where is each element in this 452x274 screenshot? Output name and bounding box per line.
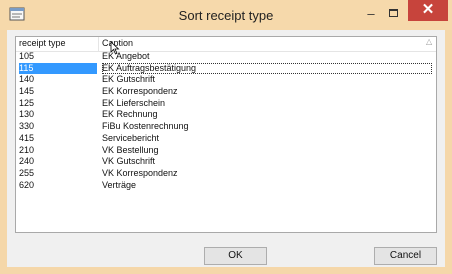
table-row[interactable]: 240 VK Gutschrift xyxy=(16,156,436,168)
close-button[interactable]: ✕ xyxy=(408,0,448,21)
table-row[interactable]: 620 Verträge xyxy=(16,180,436,192)
table-row[interactable]: 255 VK Korrespondenz xyxy=(16,168,436,180)
ok-button[interactable]: OK xyxy=(204,247,267,265)
table-row[interactable]: 115 EK Auftragsbestätigung xyxy=(16,62,436,75)
cell-receipt-type: 415 xyxy=(19,132,35,143)
sort-ascending-icon: △ xyxy=(426,37,433,46)
column-header-receipt-type[interactable]: receipt type xyxy=(19,38,66,48)
list-header: receipt type Caption △ xyxy=(16,37,436,52)
table-row[interactable]: 415 Servicebericht xyxy=(16,133,436,145)
cell-receipt-type: 240 xyxy=(19,156,35,167)
cell-receipt-type: 210 xyxy=(19,144,35,155)
table-row[interactable]: 105 EK Angebot xyxy=(16,51,436,63)
cell-caption: VK Bestellung xyxy=(102,144,159,155)
list-rows: 105 EK Angebot 115 EK Auftragsbestätigung 14… xyxy=(16,51,436,191)
table-row[interactable]: 140 EK Gutschrift xyxy=(16,74,436,86)
cell-caption: EK Auftragsbestätigung xyxy=(102,62,432,75)
title-bar[interactable]: Sort receipt type – ✕ xyxy=(0,0,452,30)
button-bar: OK Cancel xyxy=(7,244,445,266)
receipt-type-list[interactable]: receipt type Caption △ 105 EK Angebot 115 E… xyxy=(15,36,437,233)
cell-caption: EK Gutschrift xyxy=(102,74,156,85)
cell-receipt-type: 255 xyxy=(19,167,35,178)
mouse-cursor-icon xyxy=(110,41,120,55)
cell-caption: VK Gutschrift xyxy=(102,156,156,167)
cell-receipt-type: 140 xyxy=(19,74,35,85)
cell-caption: FiBu Kostenrechnung xyxy=(102,121,189,132)
cell-caption: EK Lieferschein xyxy=(102,97,166,108)
cell-caption: Verträge xyxy=(102,179,137,190)
cell-receipt-type: 130 xyxy=(19,109,35,120)
cell-caption: EK Korrespondenz xyxy=(102,86,178,97)
cell-caption: EK Rechnung xyxy=(102,109,158,120)
cell-receipt-type: 620 xyxy=(19,179,35,190)
table-row[interactable]: 210 VK Bestellung xyxy=(16,145,436,157)
cancel-button[interactable]: Cancel xyxy=(374,247,437,265)
cell-caption: VK Korrespondenz xyxy=(102,167,178,178)
cell-caption: EK Angebot xyxy=(102,51,150,61)
table-row[interactable]: 330 FiBu Kostenrechnung xyxy=(16,121,436,133)
table-row[interactable]: 145 EK Korrespondenz xyxy=(16,86,436,98)
cell-receipt-type: 105 xyxy=(19,51,35,61)
cell-receipt-type: 330 xyxy=(19,121,35,132)
cell-caption: Servicebericht xyxy=(102,132,160,143)
cell-receipt-type: 115 xyxy=(19,62,97,75)
cell-receipt-type: 145 xyxy=(19,86,35,97)
table-row[interactable]: 130 EK Rechnung xyxy=(16,109,436,121)
minimize-button[interactable]: – xyxy=(362,6,380,22)
cell-receipt-type: 125 xyxy=(19,97,35,108)
sort-receipt-type-dialog: Sort receipt type – ✕ receipt type Capti… xyxy=(0,0,452,274)
maximize-button[interactable] xyxy=(385,6,403,22)
column-separator[interactable] xyxy=(98,37,99,51)
dialog-client-area: receipt type Caption △ 105 EK Angebot 115 E… xyxy=(7,30,445,267)
table-row[interactable]: 125 EK Lieferschein xyxy=(16,98,436,110)
maximize-icon xyxy=(389,9,398,17)
